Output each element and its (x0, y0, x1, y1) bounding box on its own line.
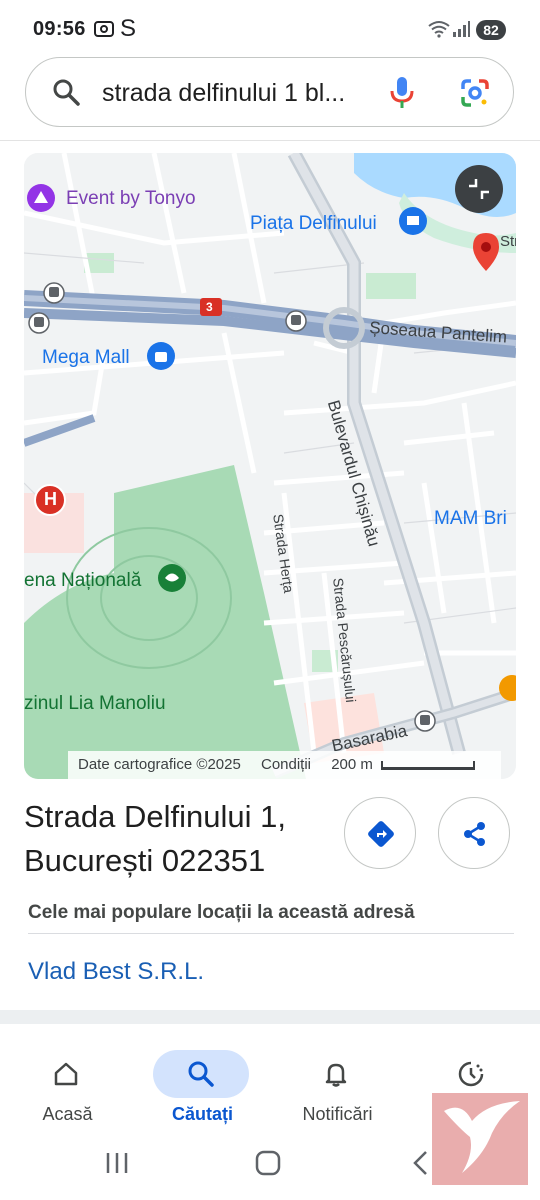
map-label-arena[interactable]: ena Națională (24, 570, 141, 592)
search-query[interactable]: strada delfinului 1 bl... (102, 79, 345, 108)
map-attribution: Date cartografice ©2025 Condiții 200 m (68, 751, 502, 779)
popular-divider (28, 933, 514, 934)
nav-history-pill (423, 1050, 519, 1098)
search-icon[interactable] (52, 78, 80, 106)
nav-notifications[interactable]: Notificări (270, 1040, 405, 1136)
map-scale-bar (381, 760, 476, 770)
samsung-s-icon: S (120, 15, 137, 42)
screenshot-icon (94, 21, 114, 37)
map-label-str-edge: Str (500, 233, 516, 250)
map-view[interactable]: 3 H Event by Tonyo Piața Delfinului Str … (24, 153, 516, 779)
directions-icon (368, 821, 394, 847)
back-icon[interactable] (408, 1150, 434, 1176)
nav-search[interactable]: Căutați (135, 1040, 270, 1136)
search-bar[interactable]: strada delfinului 1 bl... (25, 57, 514, 127)
map-scale-label: 200 m (331, 756, 373, 773)
wifi-icon (428, 21, 450, 38)
nav-home-label: Acasă (42, 1104, 93, 1124)
map-base (24, 153, 516, 779)
recents-icon[interactable] (104, 1150, 130, 1176)
place-address-line1: Strada Delfinului 1, (24, 799, 286, 834)
share-button[interactable] (438, 797, 510, 869)
signal-icon (453, 21, 470, 37)
hospital-letter: H (44, 489, 57, 509)
nav-search-label: Căutați (171, 1104, 233, 1124)
map-label-mam[interactable]: MAM Bri (434, 508, 507, 530)
status-time: 09:56 (33, 18, 86, 40)
collapse-icon (469, 179, 489, 199)
business-link[interactable]: Vlad Best S.R.L. (28, 958, 204, 986)
search-icon (188, 1061, 214, 1087)
status-bar: 09:56 S 82 (0, 0, 540, 58)
home-button-icon[interactable] (255, 1150, 281, 1176)
place-title: Strada Delfinului 1, București 022351 (24, 795, 324, 883)
nav-notifications-pill (288, 1050, 384, 1098)
place-address-line2: București 022351 (24, 843, 266, 878)
bird-icon (444, 1101, 520, 1173)
map-label-piata[interactable]: Piața Delfinului (250, 213, 377, 235)
route-shield-number: 3 (206, 300, 213, 314)
watermark-logo (432, 1093, 528, 1185)
section-separator (0, 1010, 540, 1024)
map-data-credit: Date cartografice ©2025 (78, 756, 241, 773)
lens-icon[interactable] (459, 77, 491, 109)
share-icon (464, 822, 485, 846)
collapse-map-button[interactable] (455, 165, 503, 213)
map-label-mega-mall[interactable]: Mega Mall (42, 347, 130, 369)
nav-home[interactable]: Acasă (0, 1040, 135, 1136)
home-icon (54, 1062, 78, 1086)
directions-button[interactable] (344, 797, 416, 869)
header-divider (0, 140, 540, 141)
nav-home-pill (18, 1050, 114, 1098)
bell-icon (325, 1063, 347, 1087)
history-icon (458, 1061, 484, 1087)
map-label-lia-manoliu[interactable]: zinul Lia Manoliu (24, 693, 166, 715)
map-terms-link[interactable]: Condiții (261, 756, 311, 773)
map-label-event[interactable]: Event by Tonyo (66, 188, 196, 210)
battery-badge: 82 (476, 20, 506, 40)
nav-notifications-label: Notificări (302, 1104, 373, 1124)
mic-icon[interactable] (389, 76, 415, 110)
nav-search-pill (153, 1050, 249, 1098)
popular-places-heading: Cele mai populare locații la această adr… (28, 902, 415, 923)
